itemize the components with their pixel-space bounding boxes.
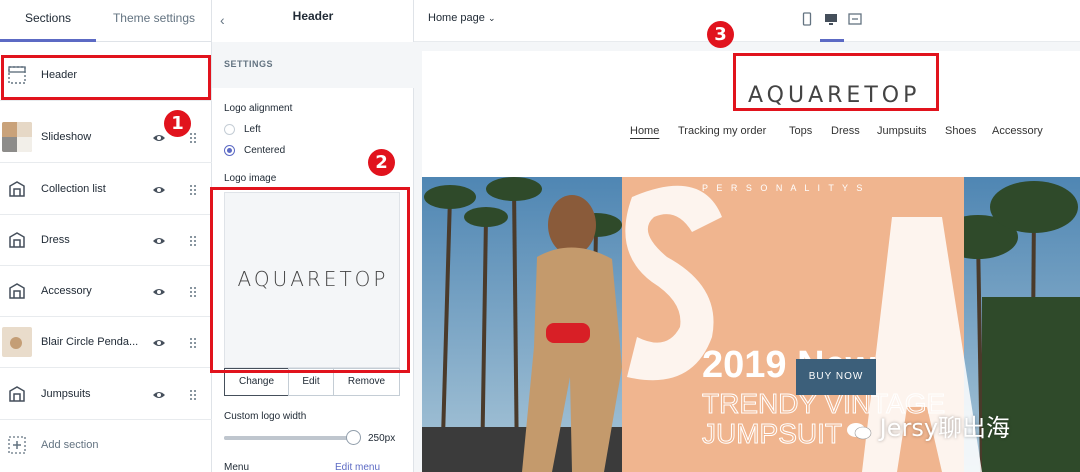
- slideshow-thumbnail: [2, 122, 32, 152]
- collection-icon: [9, 232, 25, 248]
- radio-left[interactable]: [224, 124, 235, 135]
- section-label: Jumpsuits: [41, 388, 91, 400]
- eye-icon[interactable]: [152, 183, 166, 197]
- chevron-down-icon: ⌄: [487, 13, 496, 23]
- mobile-view-icon[interactable]: [800, 12, 814, 26]
- watermark: Jersy聊出海: [846, 408, 1010, 443]
- add-section-icon: [8, 436, 26, 454]
- annotation-badge-2: 2: [368, 149, 395, 176]
- nav-jumpsuits[interactable]: Jumpsuits: [877, 125, 927, 137]
- page-selector-label: Home page: [428, 12, 485, 24]
- section-item-blair-circle-pendant[interactable]: Blair Circle Penda...: [0, 317, 212, 368]
- collection-icon: [9, 181, 25, 197]
- add-section-label: Add section: [41, 439, 99, 451]
- settings-heading-bar: SETTINGS: [212, 42, 414, 88]
- fullscreen-view-icon[interactable]: [848, 12, 862, 26]
- nav-home[interactable]: Home: [630, 125, 659, 137]
- section-item-dress[interactable]: Dress: [0, 215, 212, 266]
- radio-centered[interactable]: [224, 145, 235, 156]
- section-item-accessory[interactable]: Accessory: [0, 266, 212, 317]
- section-label: Accessory: [41, 285, 92, 297]
- radio-left-label: Left: [244, 124, 261, 135]
- panel-title: Header: [292, 9, 334, 23]
- collection-icon: [9, 283, 25, 299]
- settings-heading: SETTINGS: [224, 59, 274, 69]
- nav-tops[interactable]: Tops: [789, 125, 812, 137]
- nav-tracking-my-order[interactable]: Tracking my order: [678, 125, 766, 137]
- drag-handle-icon[interactable]: [189, 285, 197, 299]
- wechat-icon: [846, 419, 872, 440]
- tab-sections[interactable]: Sections: [0, 0, 96, 42]
- nav-accessory[interactable]: Accessory: [992, 125, 1043, 137]
- eye-icon[interactable]: [152, 336, 166, 350]
- logo-image-label: Logo image: [224, 173, 277, 184]
- section-item-collection-list[interactable]: Collection list: [0, 164, 212, 215]
- hero-brand-line: P E R S O N A L I T Y S: [702, 183, 865, 193]
- hero-headline-line3: JUMPSUIT: [702, 418, 842, 449]
- desktop-view-icon[interactable]: [824, 12, 838, 26]
- annotation-box-3: [733, 53, 939, 111]
- eye-icon[interactable]: [152, 285, 166, 299]
- nav-dress[interactable]: Dress: [831, 125, 860, 137]
- eye-icon[interactable]: [152, 131, 166, 145]
- logo-alignment-label: Logo alignment: [224, 103, 293, 114]
- section-label: Blair Circle Penda...: [41, 336, 139, 348]
- annotation-box-2: [210, 187, 410, 373]
- menu-label: Menu: [224, 462, 250, 472]
- preview-toolbar: Home page ⌄: [414, 0, 1080, 42]
- collection-icon: [9, 386, 25, 402]
- drag-handle-icon[interactable]: [189, 183, 197, 197]
- sidebar-tabs: Sections Theme settings: [0, 0, 212, 42]
- section-label: Slideshow: [41, 131, 92, 143]
- radio-centered-label: Centered: [244, 145, 286, 156]
- logo-width-slider-fill: [224, 436, 354, 440]
- watermark-text: Jersy聊出海: [879, 414, 1011, 442]
- logo-width-value: 250px: [368, 433, 396, 444]
- logo-width-slider-track[interactable]: [224, 436, 354, 440]
- eye-icon[interactable]: [152, 388, 166, 402]
- buy-now-button[interactable]: BUY NOW: [796, 359, 876, 395]
- annotation-badge-1: 1: [164, 110, 191, 137]
- page-selector[interactable]: Home page ⌄: [428, 12, 495, 24]
- annotation-box-1: [1, 55, 211, 100]
- drag-handle-icon[interactable]: [189, 131, 197, 145]
- drag-handle-icon[interactable]: [189, 336, 197, 350]
- custom-logo-width-label: Custom logo width: [224, 411, 307, 422]
- eye-icon[interactable]: [152, 234, 166, 248]
- logo-width-slider-handle[interactable]: [346, 430, 361, 445]
- section-label: Dress: [41, 234, 70, 246]
- drag-handle-icon[interactable]: [189, 388, 197, 402]
- product-thumbnail: [2, 327, 32, 357]
- section-label: Collection list: [41, 183, 106, 195]
- add-section-button[interactable]: Add section: [0, 420, 212, 471]
- nav-shoes[interactable]: Shoes: [945, 125, 976, 137]
- tab-theme-settings[interactable]: Theme settings: [96, 0, 212, 42]
- annotation-badge-3: 3: [707, 21, 734, 48]
- drag-handle-icon[interactable]: [189, 234, 197, 248]
- section-item-jumpsuits[interactable]: Jumpsuits: [0, 369, 212, 420]
- edit-menu-link[interactable]: Edit menu: [335, 462, 380, 472]
